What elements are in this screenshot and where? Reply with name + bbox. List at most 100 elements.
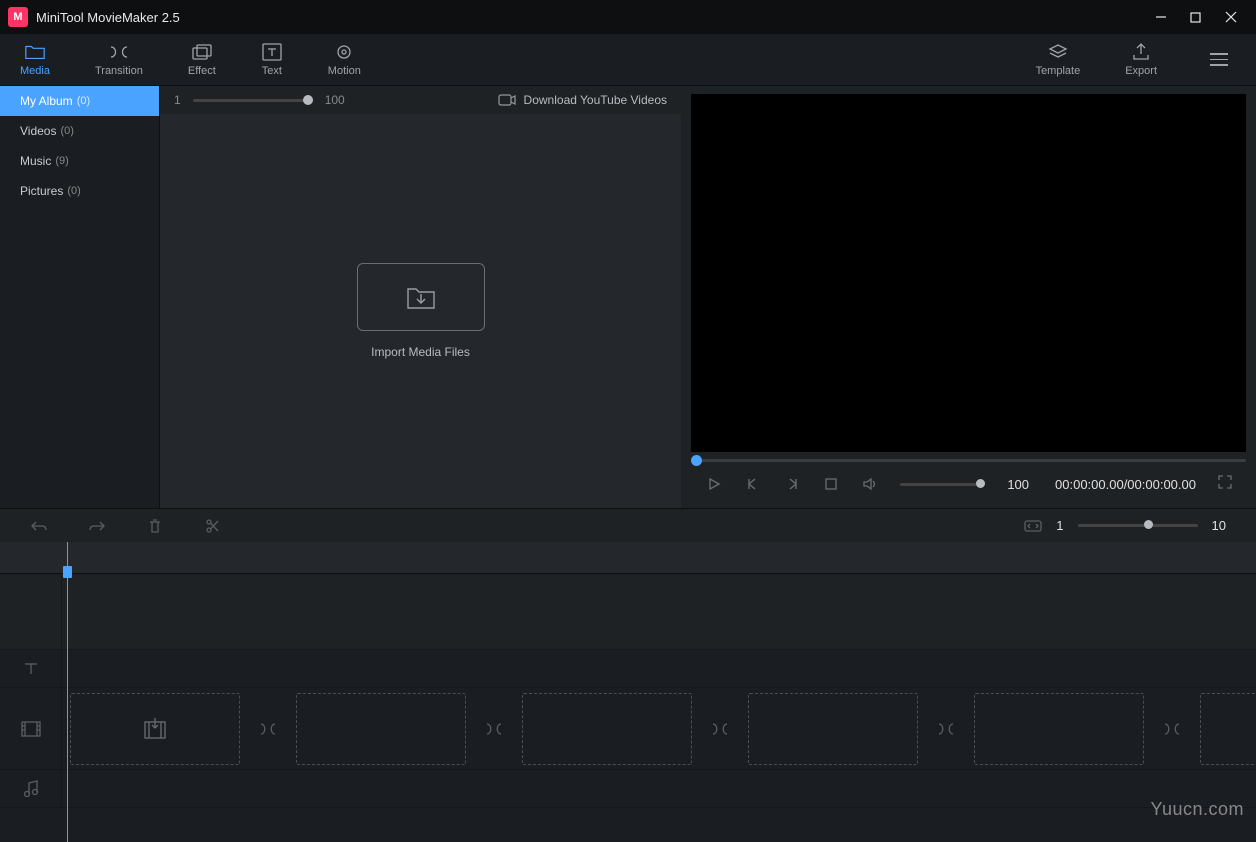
tab-transition[interactable]: Transition: [95, 43, 143, 77]
redo-button[interactable]: [88, 517, 106, 535]
zoom-thumb[interactable]: [1144, 520, 1153, 529]
clip-slot[interactable]: [974, 693, 1144, 765]
sidebar-item-myalbum[interactable]: My Album (0): [0, 86, 159, 116]
audio-track-icon: [0, 770, 62, 807]
track-body[interactable]: [62, 770, 1256, 807]
fit-button[interactable]: [1024, 517, 1042, 535]
timeline: Yuucn.com: [0, 542, 1256, 842]
sidebar-item-music[interactable]: Music (9): [0, 146, 159, 176]
media-panel-body: Import Media Files: [160, 114, 681, 508]
tab-label: Effect: [188, 65, 216, 77]
menu-button[interactable]: [1202, 45, 1236, 74]
timeline-zoom-slider[interactable]: [1078, 524, 1198, 527]
prev-frame-button[interactable]: [744, 475, 761, 493]
video-download-icon: [498, 93, 516, 107]
toolbar-right-group: Template Export: [1036, 43, 1236, 77]
tab-motion[interactable]: Motion: [328, 43, 361, 77]
thumb-zoom-slider[interactable]: [193, 99, 313, 102]
maximize-button[interactable]: [1178, 0, 1213, 34]
import-media-label: Import Media Files: [371, 345, 470, 359]
clip-slot[interactable]: [1200, 693, 1256, 765]
delete-button[interactable]: [146, 517, 164, 535]
track-body[interactable]: [62, 650, 1256, 687]
template-button[interactable]: Template: [1036, 43, 1081, 77]
volume-thumb[interactable]: [976, 479, 985, 488]
transition-slot[interactable]: [482, 717, 506, 741]
preview-controls: 100 00:00:00.00/00:00:00.00: [691, 468, 1246, 500]
export-button[interactable]: Export: [1125, 43, 1157, 77]
preview-seek-bar[interactable]: [691, 452, 1246, 468]
undo-button[interactable]: [30, 517, 48, 535]
sidebar-item-count: (0): [67, 185, 80, 197]
next-frame-button[interactable]: [783, 475, 800, 493]
transition-slot[interactable]: [934, 717, 958, 741]
volume-slider[interactable]: [900, 483, 985, 486]
thumb-zoom-max: 100: [325, 93, 345, 107]
clip-slot[interactable]: [522, 693, 692, 765]
download-youtube-link[interactable]: Download YouTube Videos: [498, 93, 667, 107]
clip-slot[interactable]: [70, 693, 240, 765]
preview-timecode: 00:00:00.00/00:00:00.00: [1055, 477, 1196, 492]
playhead-handle[interactable]: [63, 566, 72, 578]
tab-label: Motion: [328, 65, 361, 77]
playhead[interactable]: [67, 542, 68, 842]
stop-button[interactable]: [822, 475, 839, 493]
timeline-toolbar: 1 10: [0, 508, 1256, 542]
download-link-label: Download YouTube Videos: [524, 93, 667, 107]
minimize-button[interactable]: [1143, 0, 1178, 34]
tab-effect[interactable]: Effect: [188, 43, 216, 77]
export-icon: [1130, 43, 1152, 61]
transition-slot[interactable]: [256, 717, 280, 741]
sidebar-item-label: Videos: [20, 124, 56, 138]
slider-thumb[interactable]: [303, 95, 313, 105]
seek-thumb[interactable]: [691, 455, 702, 466]
play-button[interactable]: [705, 475, 722, 493]
app-logo: M: [8, 7, 28, 27]
tab-label: Media: [20, 65, 50, 77]
sidebar-item-label: My Album: [20, 94, 73, 108]
media-sidebar: My Album (0) Videos (0) Music (9) Pictur…: [0, 86, 159, 508]
import-media-button[interactable]: [357, 263, 485, 331]
transition-slot[interactable]: [1160, 717, 1184, 741]
close-button[interactable]: [1213, 0, 1248, 34]
seek-track[interactable]: [691, 459, 1246, 462]
sidebar-item-count: (0): [60, 125, 73, 137]
volume-value: 100: [1007, 477, 1029, 492]
sidebar-item-pictures[interactable]: Pictures (0): [0, 176, 159, 206]
tab-label: Text: [262, 65, 282, 77]
text-icon: [261, 43, 283, 61]
clip-slot[interactable]: [748, 693, 918, 765]
text-track[interactable]: [0, 650, 1256, 688]
fullscreen-button[interactable]: [1218, 475, 1232, 494]
timeline-spacer: [0, 574, 1256, 650]
volume-button[interactable]: [861, 475, 878, 493]
tab-text[interactable]: Text: [261, 43, 283, 77]
thumb-zoom-min: 1: [174, 93, 181, 107]
preview-viewport: [691, 94, 1246, 452]
video-track[interactable]: [0, 688, 1256, 770]
sidebar-item-videos[interactable]: Videos (0): [0, 116, 159, 146]
clip-slot[interactable]: [296, 693, 466, 765]
track-body[interactable]: [62, 688, 1256, 769]
media-panel: 1 100 Download YouTube Videos Import Med…: [159, 86, 681, 508]
app-title: MiniTool MovieMaker 2.5: [36, 10, 1143, 25]
folder-icon: [24, 43, 46, 61]
motion-icon: [333, 43, 355, 61]
timeline-ruler[interactable]: [0, 542, 1256, 574]
track-head: [0, 574, 62, 649]
sidebar-item-count: (0): [77, 95, 90, 107]
split-button[interactable]: [204, 517, 222, 535]
media-panel-header: 1 100 Download YouTube Videos: [160, 86, 681, 114]
video-track-icon: [0, 688, 62, 769]
clip-import-icon: [143, 718, 167, 740]
sidebar-item-label: Music: [20, 154, 51, 168]
window-controls: [1143, 0, 1248, 34]
effect-icon: [191, 43, 213, 61]
tab-media[interactable]: Media: [20, 43, 50, 77]
button-label: Template: [1036, 65, 1081, 77]
template-icon: [1047, 43, 1069, 61]
text-track-icon: [0, 650, 62, 687]
audio-track[interactable]: [0, 770, 1256, 808]
transition-slot[interactable]: [708, 717, 732, 741]
folder-download-icon: [406, 284, 436, 310]
